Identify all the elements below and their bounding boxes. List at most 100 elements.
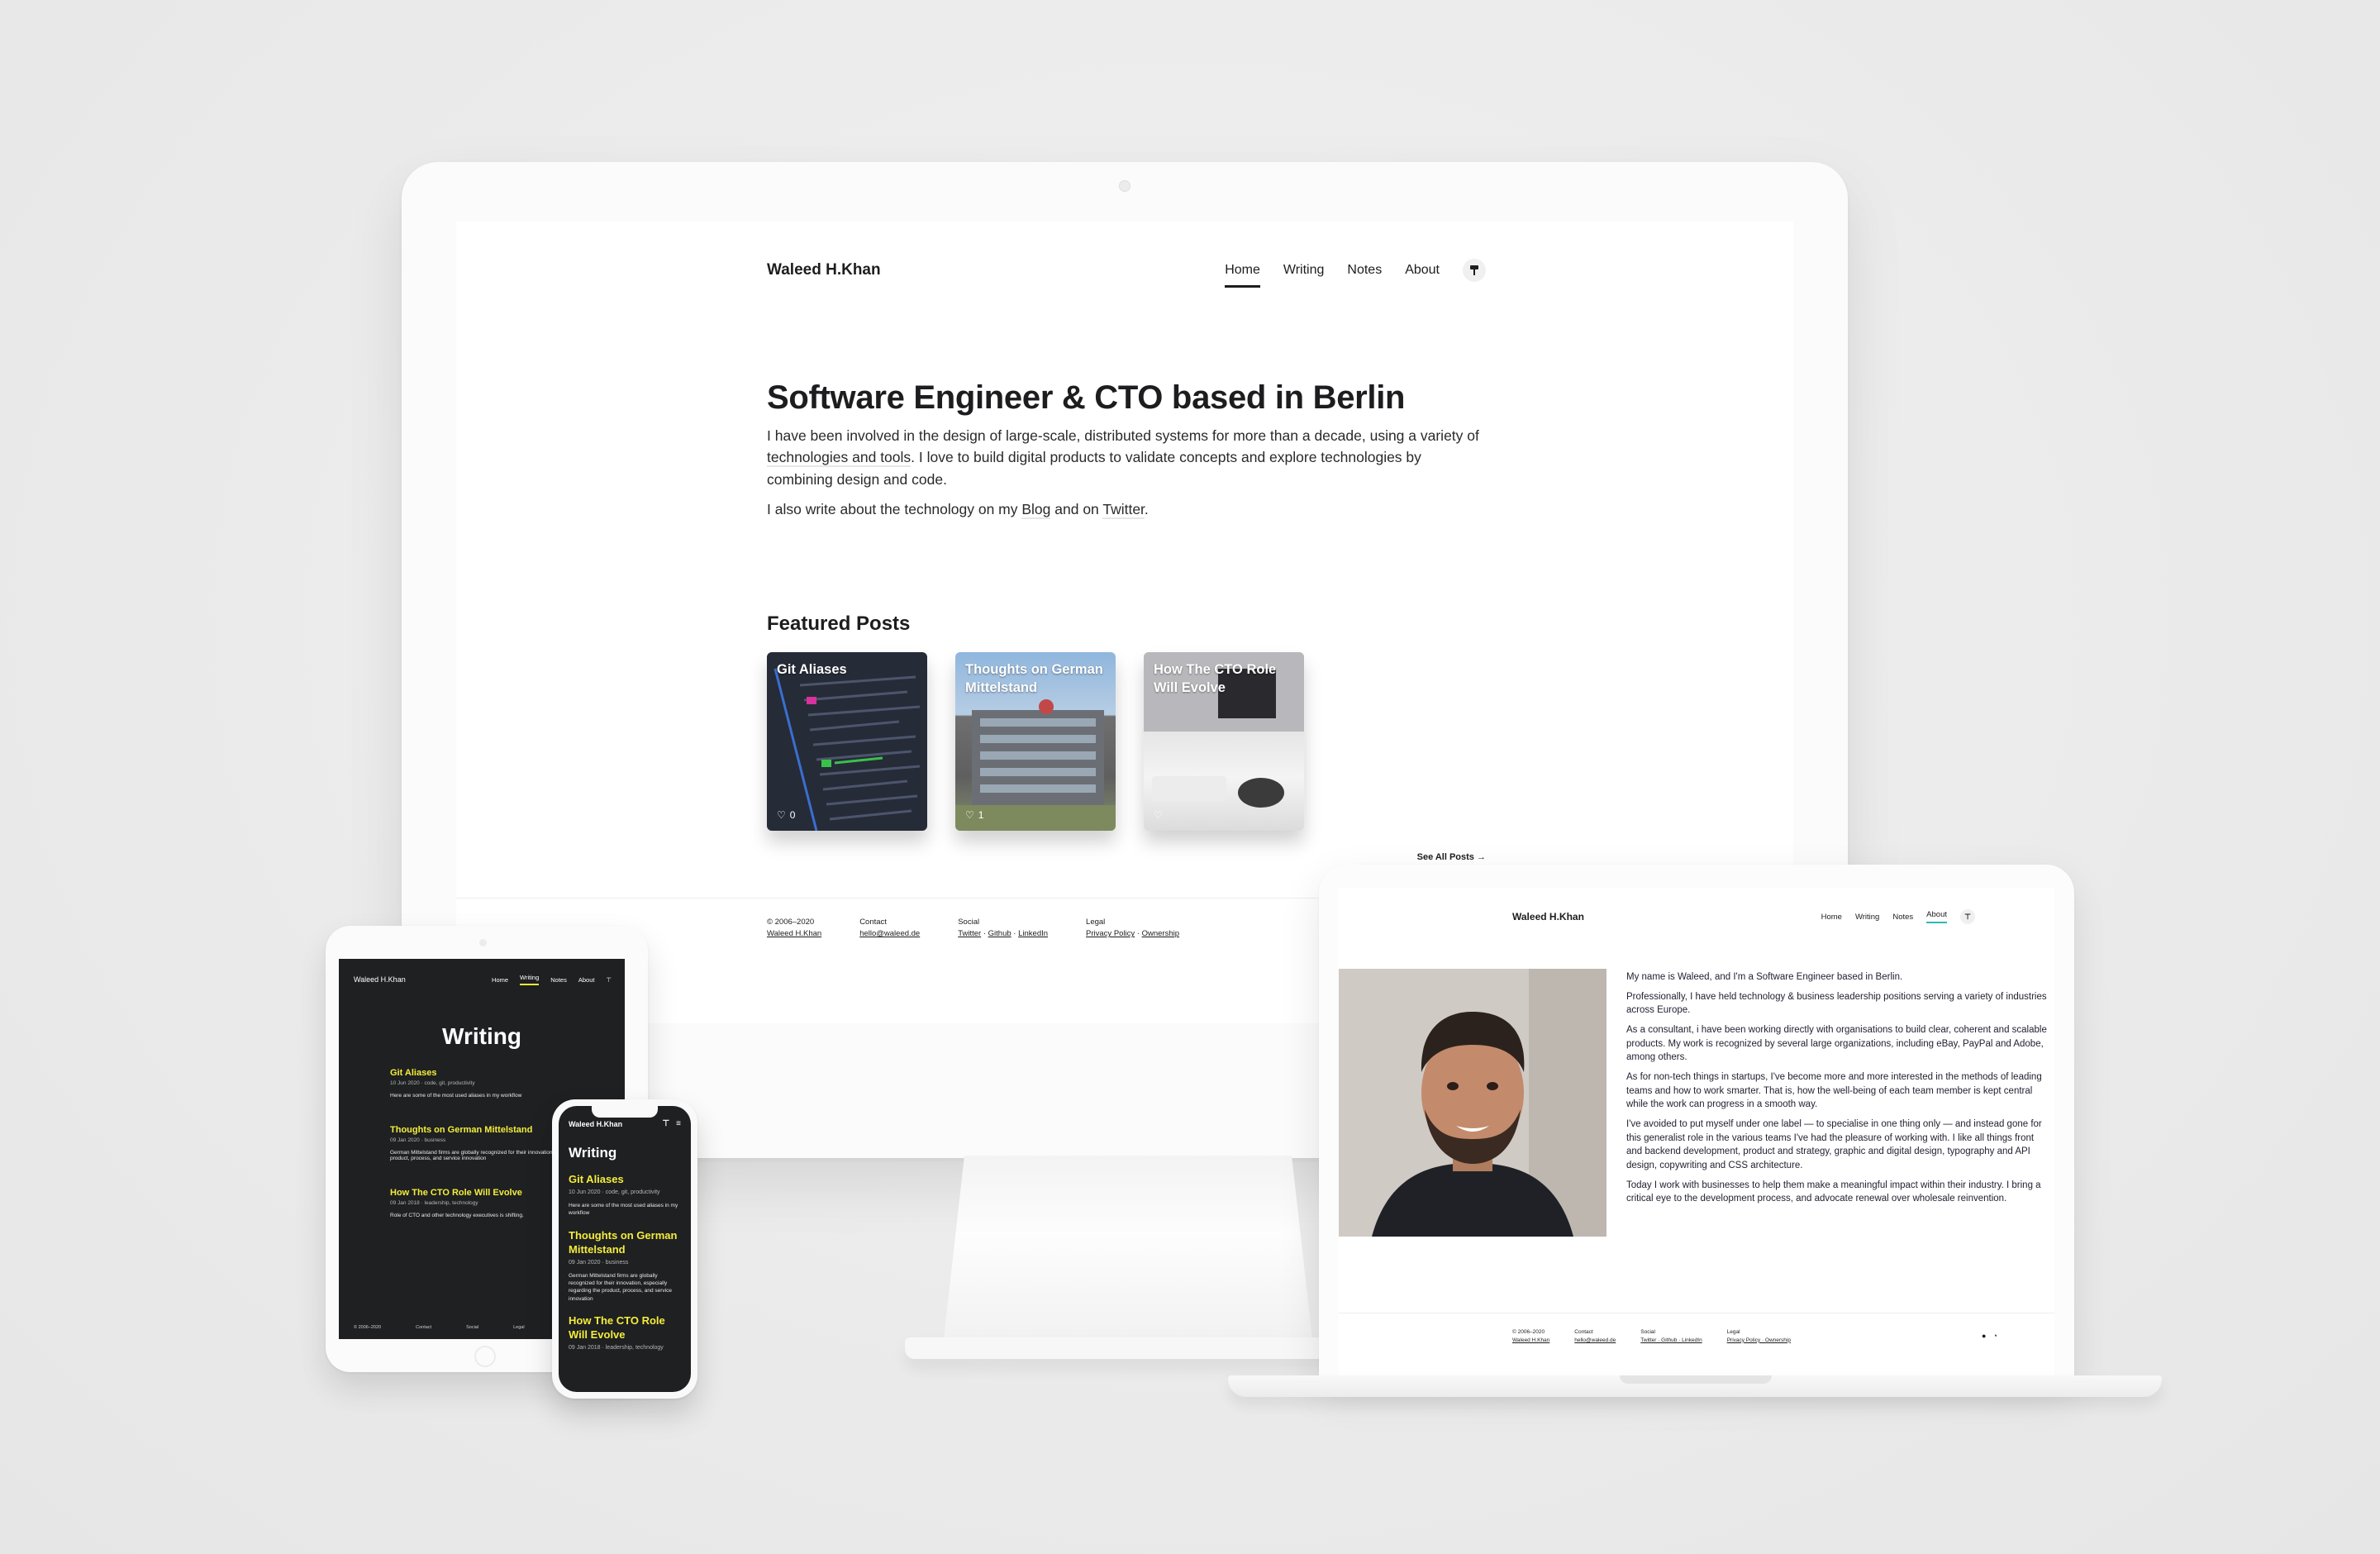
post-card-title: How The CTO Role Will Evolve bbox=[1154, 662, 1277, 696]
laptop-header: Waleed H.Khan Home Writing Notes About ⊤ bbox=[1512, 909, 1975, 924]
post-excerpt: Here are some of the most used aliases i… bbox=[390, 1093, 522, 1099]
footer-linkedin-link[interactable]: LinkedIn bbox=[1018, 929, 1048, 938]
see-all-label: See All Posts bbox=[1416, 852, 1474, 862]
copyright-text: © 2006–2020 bbox=[1512, 1329, 1545, 1335]
rss-icon[interactable]: ◔ bbox=[1992, 1332, 1997, 1340]
social-label: Social bbox=[1640, 1329, 1655, 1335]
nav-writing[interactable]: Writing bbox=[520, 974, 540, 985]
contact-email-link[interactable]: hello@waleed.de bbox=[1574, 1337, 1616, 1343]
footer-twitter-link[interactable]: Twitter bbox=[958, 929, 981, 938]
hero-intro: I have been involved in the design of la… bbox=[767, 425, 1486, 490]
paint-roller-icon[interactable]: ⊤ bbox=[1960, 909, 1975, 924]
site-brand[interactable]: Waleed H.Khan bbox=[354, 975, 406, 984]
laptop-opening-notch bbox=[1620, 1375, 1772, 1384]
nav-home[interactable]: Home bbox=[492, 976, 508, 984]
about-paragraph: My name is Waleed, and I'm a Software En… bbox=[1626, 972, 1903, 982]
list-item[interactable]: Thoughts on German Mittelstand 09 Jan 20… bbox=[559, 1218, 691, 1303]
phone-frame: Waleed H.Khan ⊤ ≡ Writing Git Aliases 10… bbox=[552, 1099, 697, 1399]
heart-icon[interactable]: ♡ bbox=[965, 809, 974, 821]
social-label: Social bbox=[466, 1324, 479, 1330]
footer-github-link[interactable]: Github bbox=[988, 929, 1011, 938]
nav-about[interactable]: About bbox=[578, 976, 595, 984]
site-header: Waleed H.Khan Home Writing Notes About bbox=[767, 222, 1486, 312]
post-title[interactable]: Git Aliases bbox=[390, 1068, 625, 1078]
phone-notch bbox=[592, 1106, 658, 1118]
copyright-name-link[interactable]: Waleed H.Khan bbox=[767, 929, 821, 938]
tablet-header: Waleed H.Khan Home Writing Notes About ⊤ bbox=[339, 959, 625, 985]
nav-writing[interactable]: Writing bbox=[1283, 258, 1325, 283]
featured-posts-heading: Featured Posts bbox=[767, 613, 911, 635]
nav-about[interactable]: About bbox=[1926, 910, 1947, 923]
social-links: Twitter · Github · LinkedIn bbox=[958, 928, 1048, 940]
blog-link[interactable]: Blog bbox=[1021, 500, 1051, 519]
hero-writing-note: I also write about the technology on my … bbox=[767, 498, 1486, 520]
social-links[interactable]: Twitter · Github · LinkedIn bbox=[1640, 1337, 1702, 1343]
phone-screen: Waleed H.Khan ⊤ ≡ Writing Git Aliases 10… bbox=[559, 1106, 691, 1392]
page-title: Writing bbox=[442, 1023, 521, 1049]
privacy-policy-link[interactable]: Privacy Policy bbox=[1086, 929, 1135, 938]
post-excerpt: Here are some of the most used aliases i… bbox=[569, 1202, 678, 1217]
post-card-cto-role[interactable]: How The CTO Role Will Evolve ♡ bbox=[1144, 652, 1304, 831]
post-meta: 09 Jan 2018 · leadership, technology bbox=[569, 1344, 664, 1351]
nav-home[interactable]: Home bbox=[1225, 258, 1260, 288]
page-title: Writing bbox=[569, 1145, 617, 1161]
footer-contact: Contact hello@waleed.de bbox=[859, 917, 920, 941]
post-meta: 10 Jun 2020 · code, git, productivity bbox=[390, 1080, 475, 1086]
hero-section: Software Engineer & CTO based in Berlin … bbox=[767, 379, 1486, 520]
site-brand[interactable]: Waleed H.Khan bbox=[767, 261, 881, 279]
post-title[interactable]: Git Aliases bbox=[569, 1173, 681, 1187]
site-brand[interactable]: Waleed H.Khan bbox=[569, 1120, 622, 1128]
copyright-name-link[interactable]: Waleed H.Khan bbox=[1512, 1337, 1549, 1343]
laptop-frame: Waleed H.Khan Home Writing Notes About ⊤ bbox=[1319, 865, 2074, 1379]
list-item[interactable]: Git Aliases 10 Jun 2020 · code, git, pro… bbox=[390, 1068, 625, 1099]
list-item[interactable]: Git Aliases 10 Jun 2020 · code, git, pro… bbox=[559, 1161, 691, 1218]
about-paragraph: Professionally, I have held technology &… bbox=[1626, 991, 2047, 1016]
nav-notes[interactable]: Notes bbox=[550, 976, 567, 984]
post-card-title: Thoughts on German Mittelstand bbox=[965, 662, 1103, 696]
about-paragraph: As for non-tech things in startups, I've… bbox=[1626, 1072, 2042, 1110]
nav-notes[interactable]: Notes bbox=[1892, 913, 1913, 922]
nav-about[interactable]: About bbox=[1405, 258, 1440, 283]
phone-header-icons: ⊤ ≡ bbox=[662, 1119, 681, 1128]
footer-social: Social Twitter · Github · LinkedIn bbox=[958, 917, 1048, 941]
homepage: Waleed H.Khan Home Writing Notes About S… bbox=[767, 222, 1486, 862]
post-card-git-aliases[interactable]: Git Aliases ♡ 0 bbox=[767, 652, 927, 831]
ownership-link[interactable]: Ownership bbox=[1142, 929, 1179, 938]
technologies-link[interactable]: technologies and tools bbox=[767, 449, 912, 468]
site-brand[interactable]: Waleed H.Khan bbox=[1512, 911, 1584, 922]
nav-home[interactable]: Home bbox=[1821, 913, 1842, 922]
footer-copyright: © 2006–2020 Waleed H.Khan bbox=[1512, 1328, 1549, 1345]
legal-label: Legal bbox=[513, 1324, 525, 1330]
paint-roller-icon[interactable] bbox=[1463, 259, 1486, 282]
post-title[interactable]: How The CTO Role Will Evolve bbox=[569, 1314, 681, 1342]
footer-columns: © 2006–2020 Waleed H.Khan Contact hello@… bbox=[1512, 1328, 1791, 1345]
paint-roller-icon[interactable]: ⊤ bbox=[662, 1119, 669, 1128]
main-nav: Home Writing Notes About bbox=[1225, 258, 1486, 288]
post-card-german-mittelstand[interactable]: Thoughts on German Mittelstand ♡ 1 bbox=[955, 652, 1116, 831]
hero-text: I have been involved in the design of la… bbox=[767, 427, 1479, 444]
legal-links[interactable]: Privacy Policy · Ownership bbox=[1727, 1337, 1791, 1343]
likes-count: ♡ bbox=[1154, 809, 1167, 821]
post-meta: 10 Jun 2020 · code, git, productivity bbox=[569, 1189, 660, 1195]
hero-text: I also write about the technology on my bbox=[767, 500, 1022, 517]
heart-icon[interactable]: ♡ bbox=[1154, 809, 1163, 821]
contact-label: Contact bbox=[859, 918, 887, 927]
paint-roller-icon[interactable]: ⊤ bbox=[606, 976, 612, 984]
menu-icon[interactable]: ≡ bbox=[676, 1119, 681, 1128]
post-meta: 09 Jan 2020 · business bbox=[569, 1259, 629, 1266]
contact-email-link[interactable]: hello@waleed.de bbox=[859, 929, 920, 938]
post-title[interactable]: Thoughts on German Mittelstand bbox=[569, 1229, 681, 1257]
likes-count: ♡ 0 bbox=[777, 809, 795, 821]
twitter-link[interactable]: Twitter bbox=[1102, 500, 1145, 519]
footer-contact: Contact hello@waleed.de bbox=[1574, 1328, 1616, 1345]
list-item[interactable]: How The CTO Role Will Evolve 09 Jan 2018… bbox=[559, 1303, 691, 1351]
nav-notes[interactable]: Notes bbox=[1347, 258, 1382, 283]
footer-social: Social Twitter · Github · LinkedIn bbox=[1640, 1328, 1702, 1345]
hero-text: and on bbox=[1050, 500, 1103, 517]
see-all-posts-link[interactable]: See All Posts → bbox=[1417, 852, 1486, 862]
separator: · bbox=[983, 929, 987, 939]
contact-label: Contact bbox=[416, 1324, 432, 1330]
github-icon[interactable]: ● bbox=[1982, 1332, 1986, 1340]
nav-writing[interactable]: Writing bbox=[1855, 913, 1879, 922]
heart-icon[interactable]: ♡ bbox=[777, 809, 786, 821]
